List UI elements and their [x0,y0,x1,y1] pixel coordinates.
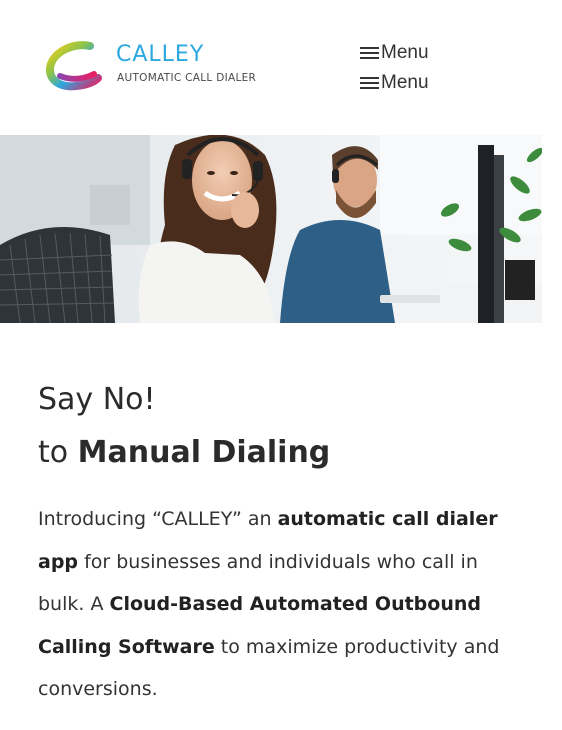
calley-logo[interactable]: CALLEY AUTOMATIC CALL DIALER [46,40,266,92]
headline-emphasis: Manual Dialing [77,435,331,470]
site-header: CALLEY AUTOMATIC CALL DIALER Menu Menu [0,0,562,135]
intro-paragraph: Introducing “CALLEY” an automatic call d… [38,498,518,711]
hero-photo [0,135,542,323]
logo-tagline: AUTOMATIC CALL DIALER [117,72,257,84]
menu-button-secondary[interactable]: Menu [360,71,429,95]
logo-wordmark: CALLEY [116,42,205,67]
calley-logo-mark-icon [46,41,102,91]
menu-button-label: Menu [381,72,429,93]
main-content: Say No! to Manual Dialing Introducing “C… [38,376,518,730]
menu-button-label: Menu [381,42,429,63]
hamburger-icon [360,46,379,60]
headline-line-2: to Manual Dialing [38,424,518,482]
menu-button[interactable]: Menu [360,41,429,65]
hamburger-icon [360,76,379,90]
hero-image [0,135,542,323]
intro-text-1: Introducing “CALLEY” an [38,508,278,530]
headline-line-1: Say No! [38,382,156,417]
headline-prefix: to [38,435,69,470]
